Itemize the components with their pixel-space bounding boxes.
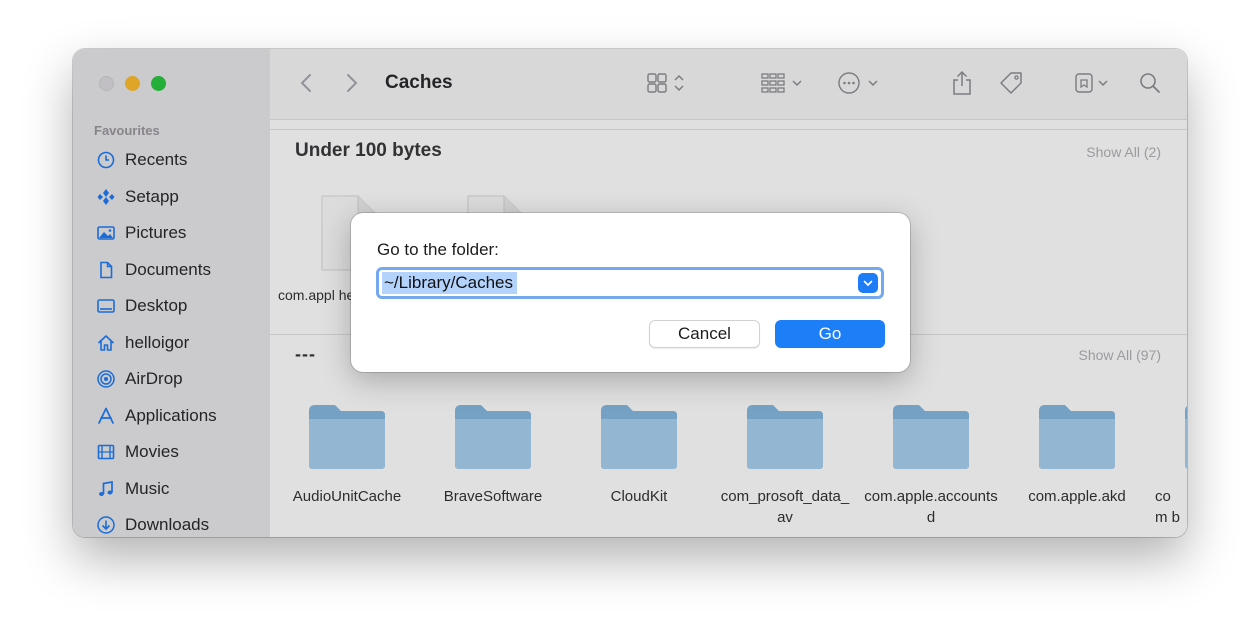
folder-path-input[interactable]	[382, 272, 517, 294]
folder-path-field[interactable]	[376, 267, 884, 299]
go-to-folder-dialog: Go to the folder: Cancel Go	[351, 213, 910, 372]
dialog-title: Go to the folder:	[377, 240, 499, 259]
chevron-down-icon	[863, 280, 873, 287]
path-history-dropdown[interactable]	[858, 273, 878, 293]
cancel-button[interactable]: Cancel	[649, 320, 760, 348]
finder-window: Favourites Recents Setapp Pictures Docum…	[73, 49, 1187, 537]
go-button[interactable]: Go	[775, 320, 885, 348]
